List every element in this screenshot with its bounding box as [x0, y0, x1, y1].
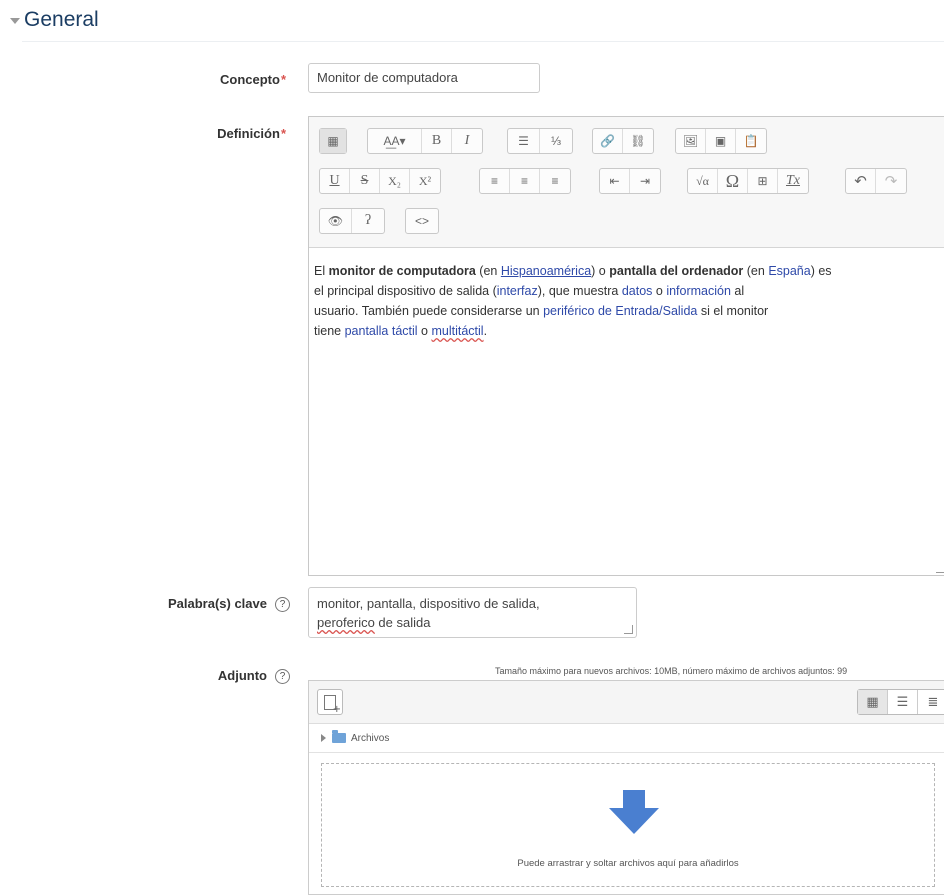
expand-triangle-icon[interactable] — [321, 734, 326, 742]
ordered-list-icon[interactable]: ⅓ — [540, 129, 572, 153]
link-icon[interactable]: 🔗 — [593, 129, 623, 153]
concepto-label-text: Concepto — [219, 72, 280, 87]
link-informacion[interactable]: información — [666, 284, 731, 298]
unordered-list-icon[interactable]: ☰ — [508, 129, 540, 153]
textarea-line: monitor, pantalla, dispositivo de salida… — [317, 596, 540, 611]
align-left-icon[interactable]: ≡ — [480, 169, 510, 193]
palabras-label-text: Palabra(s) clave — [167, 596, 267, 611]
textarea-line: peroferico de salida — [317, 615, 431, 630]
tree-view-icon[interactable]: ≣ — [918, 690, 944, 714]
section-title: General — [24, 8, 99, 31]
download-arrow-icon — [609, 790, 659, 834]
paste-icon[interactable]: 📋 — [736, 129, 766, 153]
collapse-caret-icon — [10, 18, 20, 24]
help-icon[interactable]: ? — [275, 669, 290, 685]
path-folder-name[interactable]: Archivos — [351, 733, 389, 744]
file-manager: ▦ ☰ ≣ Archivos Puede arrastrar y soltar … — [308, 680, 944, 895]
content-line: usuario. También puede considerarse un p… — [314, 304, 769, 318]
help-icon[interactable]: ? — [275, 597, 290, 613]
outdent-icon[interactable]: ⇤ — [600, 169, 630, 193]
drop-zone[interactable]: Puede arrastrar y soltar archivos aquí p… — [321, 763, 935, 887]
link-espana[interactable]: España — [768, 264, 810, 278]
content-line: tiene pantalla táctil o multitáctil. — [314, 324, 488, 338]
link-datos[interactable]: datos — [622, 284, 653, 298]
link-interfaz[interactable]: interfaz — [497, 284, 538, 298]
definicion-label-text: Definición — [217, 126, 280, 141]
content-line: El monitor de computadora (en Hispanoamé… — [314, 264, 832, 278]
required-mark: * — [280, 126, 286, 141]
superscript-icon[interactable]: X² — [410, 169, 440, 193]
strikethrough-icon[interactable]: S — [350, 169, 380, 193]
align-right-icon[interactable]: ≡ — [540, 169, 570, 193]
concepto-input[interactable]: Monitor de computadora — [308, 63, 540, 93]
equation-icon[interactable]: √α — [688, 169, 718, 193]
adjunto-label-text: Adjunto — [217, 668, 267, 683]
underline-icon[interactable]: U — [320, 169, 350, 193]
editor-content-area[interactable]: El monitor de computadora (en Hispanoamé… — [309, 248, 944, 575]
link-hispanoamerica[interactable]: Hispanoamérica — [501, 264, 591, 278]
link-pantalla-tactil[interactable]: pantalla táctil — [345, 324, 418, 338]
concepto-label: Concepto* — [190, 72, 286, 87]
redo-icon[interactable]: ↷ — [876, 169, 906, 193]
palabras-clave-textarea[interactable]: monitor, pantalla, dispositivo de salida… — [308, 587, 637, 638]
html-icon[interactable]: <> — [406, 209, 438, 233]
content-line: el principal dispositivo de salida (inte… — [314, 284, 745, 298]
accessibility-checker-icon[interactable]: 👁 — [320, 209, 352, 233]
link-multitactil[interactable]: multitáctil — [431, 324, 483, 338]
link-periferico[interactable]: periférico de Entrada/Salida — [543, 304, 697, 318]
max-file-size-note: Tamaño máximo para nuevos archivos: 10MB… — [495, 666, 848, 676]
file-path-bar: Archivos — [309, 724, 944, 753]
required-mark: * — [280, 72, 286, 87]
folder-icon — [332, 730, 346, 743]
align-center-icon[interactable]: ≡ — [510, 169, 540, 193]
list-view-icon[interactable]: ☰ — [888, 690, 918, 714]
special-char-icon[interactable]: Ω — [718, 169, 748, 193]
file-manager-toolbar: ▦ ☰ ≣ — [309, 681, 944, 724]
view-mode-switcher: ▦ ☰ ≣ — [857, 689, 944, 715]
textarea-resize-handle[interactable] — [624, 625, 633, 634]
toggle-toolbar-icon[interactable]: ▦ — [320, 129, 346, 153]
indent-icon[interactable]: ⇥ — [630, 169, 660, 193]
media-icon[interactable]: ▣ — [706, 129, 736, 153]
section-divider — [22, 41, 944, 42]
add-file-button[interactable] — [317, 689, 343, 715]
concepto-value: Monitor de computadora — [317, 70, 458, 85]
add-file-icon — [324, 694, 341, 715]
icons-view-icon[interactable]: ▦ — [858, 690, 888, 714]
clear-format-icon[interactable]: Tx — [778, 169, 808, 193]
table-icon[interactable]: ⊞ — [748, 169, 778, 193]
editor-resize-handle[interactable] — [936, 564, 944, 573]
subscript-icon[interactable]: X₂ — [380, 169, 410, 193]
definicion-label: Definición* — [170, 126, 286, 141]
adjunto-label: Adjunto? — [150, 668, 290, 685]
screenreader-helper-icon[interactable]: ʔ — [352, 209, 384, 233]
definicion-editor: ▦ A͟A▾ B I ☰ ⅓ 🔗 ⛓ 🖼 ▣ 📋 U S X₂ X² ≡ ≡ ≡… — [308, 116, 944, 576]
palabras-label: Palabra(s) clave? — [120, 596, 290, 613]
drop-zone-text: Puede arrastrar y soltar archivos aquí p… — [517, 858, 739, 869]
image-icon[interactable]: 🖼 — [676, 129, 706, 153]
font-style-icon[interactable]: A͟A▾ — [368, 129, 422, 153]
unlink-icon[interactable]: ⛓ — [623, 129, 653, 153]
misspelled-word: peroferico — [317, 615, 375, 630]
section-general-toggle[interactable]: General — [10, 8, 99, 32]
editor-toolbar: ▦ A͟A▾ B I ☰ ⅓ 🔗 ⛓ 🖼 ▣ 📋 U S X₂ X² ≡ ≡ ≡… — [309, 117, 944, 248]
bold-icon[interactable]: B — [422, 129, 452, 153]
italic-icon[interactable]: I — [452, 129, 482, 153]
undo-icon[interactable]: ↶ — [846, 169, 876, 193]
